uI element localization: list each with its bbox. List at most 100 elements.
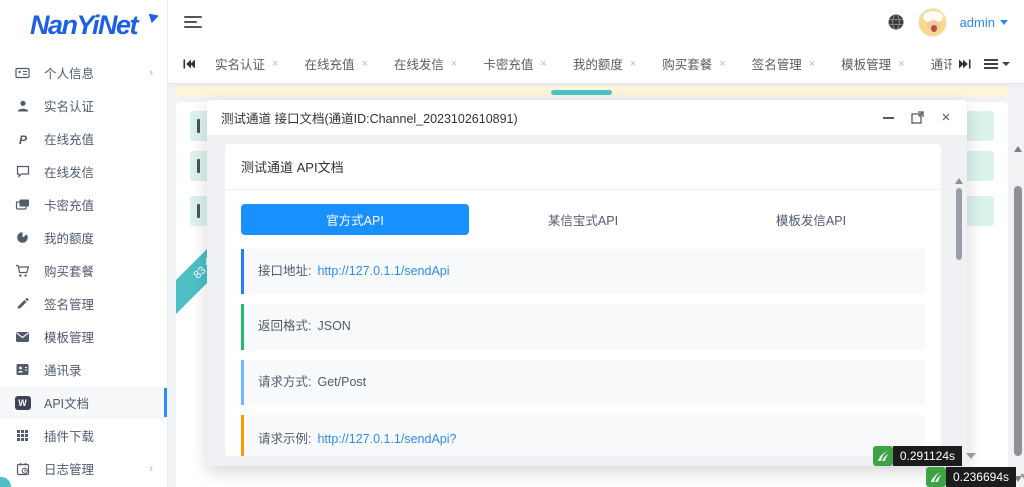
doc-row-return-format: 返回格式: JSON [241,304,925,350]
endpoint-link[interactable]: http://127.0.1.1/sendApi [317,264,449,278]
sidebar-item-label: API文档 [44,397,90,411]
example-link[interactable]: channel=Channel_2023102610891&username=a… [258,451,911,456]
page-scrollbar[interactable] [1011,140,1024,487]
sidebar-item-log-mgmt[interactable]: 日志管理 › [0,452,167,485]
sidebar-item-label: 实名认证 [44,100,95,114]
example-link[interactable]: http://127.0.1.1/sendApi? [317,432,456,446]
close-icon[interactable]: × [898,58,904,70]
doc-row-label: 请求示例: [258,432,312,447]
modal-body: 测试通道 API文档 官方式API 某信宝式API 模板发信API 接口地址: h… [207,136,967,466]
close-icon[interactable]: × [272,58,278,70]
tabs-scroll-last-icon[interactable] [952,44,978,84]
tab-card-recharge[interactable]: 卡密充值 × [470,44,559,84]
api-tab-template-send[interactable]: 模板发信API [697,204,925,235]
tab-options-menu[interactable] [978,58,1016,69]
globe-icon[interactable] [887,13,905,31]
sidebar-item-template-mgmt[interactable]: 模板管理 [0,320,167,353]
chevron-down-icon[interactable] [1020,474,1024,480]
quota-icon [14,230,31,246]
tab-label: 模板管理 [841,58,892,72]
user-badge-icon [14,98,31,114]
sidebar-item-label: 我的额度 [44,232,95,246]
close-icon[interactable]: × [361,58,367,70]
sidebar-item-plugin-download[interactable]: 插件下载 [0,419,167,452]
tab-label: 实名认证 [215,58,266,72]
page-scrollbar-thumb[interactable] [1013,186,1022,456]
sidebar-item-label: 签名管理 [44,298,95,312]
modal-scrollbar[interactable] [955,178,963,458]
pen-icon [14,296,31,312]
close-icon[interactable]: × [451,58,457,70]
logo-arrow-icon [148,10,161,24]
maximize-icon[interactable] [910,111,924,125]
doc-row-request-example: 请求示例: http://127.0.1.1/sendApi? channel=C… [241,415,925,456]
debug-time-label: 0.236694s [945,467,1016,487]
chevron-down-icon [1000,19,1008,25]
tab-list: 实名认证 × 在线充值 × 在线发信 × 卡密充值 × 我的额度 × 购买套餐 × 签名管理… [202,44,952,84]
modal-scrollbar-thumb[interactable] [956,188,962,260]
tab-label: 购买套餐 [662,58,713,72]
sidebar-item-online-send[interactable]: 在线发信 [0,155,167,188]
tab-online-send[interactable]: 在线发信 × [381,44,470,84]
scroll-up-icon[interactable] [955,178,963,184]
sidebar-item-api-docs[interactable]: W API文档 [0,386,167,419]
tab-signature-mgmt[interactable]: 签名管理 × [739,44,828,84]
modal-header[interactable]: 测试通道 接口文档(通道ID:Channel_2023102610891) × [207,100,967,136]
tab-my-quota[interactable]: 我的额度 × [560,44,649,84]
sidebar-item-signature-mgmt[interactable]: 签名管理 [0,287,167,320]
close-icon[interactable]: × [630,58,636,70]
chevron-down-icon [1002,61,1010,66]
sidebar-item-buy-package[interactable]: 购买套餐 [0,254,167,287]
top-header: admin [168,0,1024,44]
app-window: NanYiNet 个人信息 › 实名认证 P 在线充值 在线发信 卡密充值 我的… [0,0,1024,487]
sidebar-menu: 个人信息 › 实名认证 P 在线充值 在线发信 卡密充值 我的额度 购买套餐 签… [0,50,167,485]
sidebar-item-label: 购买套餐 [44,265,95,279]
plugin-grid-icon [14,428,31,444]
sidebar-item-personal-info[interactable]: 个人信息 › [0,56,167,89]
api-tab-mouxinbao[interactable]: 某信宝式API [469,204,697,235]
debug-time-label: 0.291124s [892,446,962,466]
sidebar-item-online-recharge[interactable]: P 在线充值 [0,122,167,155]
tabs-scroll-first-icon[interactable] [176,44,202,84]
sidebar-item-contacts[interactable]: 通讯录 [0,353,167,386]
tab-buy-package[interactable]: 购买套餐 × [649,44,738,84]
horizontal-scrollbar-thumb[interactable] [551,90,612,95]
sidebar-item-card-recharge[interactable]: 卡密充值 [0,188,167,221]
modal-title: 测试通道 接口文档(通道ID:Channel_2023102610891) [221,112,518,126]
close-icon[interactable]: × [939,110,953,125]
sidebar-item-my-quota[interactable]: 我的额度 [0,221,167,254]
doc-row-value: Get/Post [317,374,367,389]
sidebar: NanYiNet 个人信息 › 实名认证 P 在线充值 在线发信 卡密充值 我的… [0,0,168,487]
scroll-up-icon[interactable] [1013,146,1022,152]
minimize-icon[interactable] [881,111,895,125]
cart-icon [14,263,31,279]
close-icon[interactable]: × [540,58,546,70]
svg-text:P: P [19,133,28,146]
doc-row-request-method: 请求方式: Get/Post [241,359,925,406]
chat-icon [14,164,31,180]
doc-row-label: 请求方式: [258,374,312,389]
collapse-sidebar-icon[interactable] [184,16,202,28]
username-label: admin [959,14,995,30]
sidebar-item-label: 模板管理 [44,331,95,345]
id-card-icon [14,65,31,81]
user-menu[interactable]: admin [960,15,1008,30]
close-icon[interactable]: × [809,58,815,70]
debug-time-badge[interactable]: 0.236694s [925,467,1024,487]
sidebar-item-real-name-auth[interactable]: 实名认证 [0,89,167,122]
user-avatar[interactable] [917,7,947,37]
sidebar-item-label: 在线发信 [44,166,95,180]
close-icon[interactable]: × [719,58,725,70]
brand-logo-text: NanYiNet [29,9,139,40]
tab-contacts[interactable]: 通讯录× [918,44,952,84]
tab-real-name-auth[interactable]: 实名认证 × [202,44,291,84]
sidebar-item-label: 卡密充值 [44,199,95,213]
tab-online-recharge[interactable]: 在线充值 × [291,44,380,84]
api-tab-official[interactable]: 官方式API [241,204,469,235]
tab-template-mgmt[interactable]: 模板管理 × [828,44,917,84]
sidebar-item-label: 插件下载 [44,430,95,444]
chevron-down-icon[interactable] [966,453,976,459]
brand-logo[interactable]: NanYiNet [0,0,167,50]
debug-time-badge[interactable]: 0.291124s [872,446,976,466]
api-doc-card: 测试通道 API文档 官方式API 某信宝式API 模板发信API 接口地址: h… [225,144,941,456]
